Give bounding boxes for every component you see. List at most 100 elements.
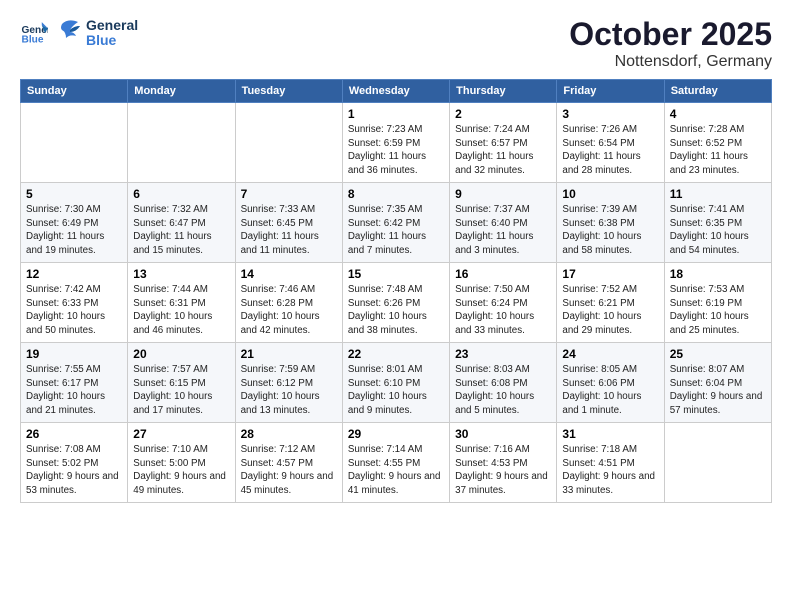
calendar-cell: 27 Sunrise: 7:10 AM Sunset: 5:00 PM Dayli… [128,423,235,503]
day-number: 14 [241,267,337,281]
header-friday: Friday [557,80,664,103]
calendar-week-row: 26Sunrise: 7:08 AM Sunset: 5:02 PM Dayli… [21,423,772,503]
day-number: 18 [670,267,766,281]
day-info: Sunrise: 8:03 AM Sunset: 6:08 PM Dayligh… [455,363,551,418]
header-monday: Monday [128,80,235,103]
day-info: Sunrise: 7:44 AM Sunset: 6:31 PM Dayligh… [133,283,229,338]
day-number: 20 [133,347,229,361]
logo-icon: General Blue [20,19,48,47]
day-number: 10 [562,187,658,201]
day-info: Sunrise: 7:55 AM Sunset: 6:17 PM Dayligh… [26,363,122,418]
page-header: General Blue General Blue [20,16,772,71]
day-number: 4 [670,107,766,121]
day-info: Sunrise: 8:07 AM Sunset: 6:04 PM Dayligh… [670,363,766,418]
calendar-cell: 24Sunrise: 8:05 AM Sunset: 6:06 PM Dayli… [557,343,664,423]
day-number: 25 [670,347,766,361]
day-info: Sunrise: 7:37 AM Sunset: 6:40 PM Dayligh… [455,203,551,258]
calendar-cell: 31 Sunrise: 7:18 AM Sunset: 4:51 PM Dayli… [557,423,664,503]
day-number: 12 [26,267,122,281]
day-number: 27 [133,427,229,441]
day-number: 3 [562,107,658,121]
calendar-cell: 11Sunrise: 7:41 AM Sunset: 6:35 PM Dayli… [664,183,771,263]
day-info: Sunrise: 7:32 AM Sunset: 6:47 PM Dayligh… [133,203,229,258]
calendar-cell: 3 Sunrise: 7:26 AM Sunset: 6:54 PM Daylig… [557,103,664,183]
calendar-cell: 7 Sunrise: 7:33 AM Sunset: 6:45 PM Daylig… [235,183,342,263]
logo-bird-icon [52,16,84,50]
calendar-cell: 23Sunrise: 8:03 AM Sunset: 6:08 PM Dayli… [450,343,557,423]
day-number: 6 [133,187,229,201]
day-number: 21 [241,347,337,361]
logo-text-line2: Blue [86,33,138,48]
svg-text:Blue: Blue [22,34,44,45]
day-number: 19 [26,347,122,361]
calendar-cell: 19 Sunrise: 7:55 AM Sunset: 6:17 PM Dayli… [21,343,128,423]
day-info: Sunrise: 7:16 AM Sunset: 4:53 PM Dayligh… [455,443,551,498]
day-number: 15 [348,267,444,281]
calendar-cell: 14 Sunrise: 7:46 AM Sunset: 6:28 PM Dayli… [235,263,342,343]
day-number: 1 [348,107,444,121]
calendar-cell [128,103,235,183]
logo: General Blue General Blue [20,16,138,50]
calendar-cell: 26Sunrise: 7:08 AM Sunset: 5:02 PM Dayli… [21,423,128,503]
day-info: Sunrise: 7:08 AM Sunset: 5:02 PM Dayligh… [26,443,122,498]
calendar-cell: 17Sunrise: 7:52 AM Sunset: 6:21 PM Dayli… [557,263,664,343]
calendar-week-row: 19 Sunrise: 7:55 AM Sunset: 6:17 PM Dayli… [21,343,772,423]
day-info: Sunrise: 7:33 AM Sunset: 6:45 PM Dayligh… [241,203,337,258]
calendar-cell: 22Sunrise: 8:01 AM Sunset: 6:10 PM Dayli… [342,343,449,423]
day-number: 28 [241,427,337,441]
day-info: Sunrise: 8:01 AM Sunset: 6:10 PM Dayligh… [348,363,444,418]
day-number: 2 [455,107,551,121]
calendar-table: SundayMondayTuesdayWednesdayThursdayFrid… [20,79,772,503]
day-info: Sunrise: 7:23 AM Sunset: 6:59 PM Dayligh… [348,123,444,178]
calendar-cell: 4 Sunrise: 7:28 AM Sunset: 6:52 PM Daylig… [664,103,771,183]
day-info: Sunrise: 7:50 AM Sunset: 6:24 PM Dayligh… [455,283,551,338]
calendar-cell: 6 Sunrise: 7:32 AM Sunset: 6:47 PM Daylig… [128,183,235,263]
day-info: Sunrise: 7:14 AM Sunset: 4:55 PM Dayligh… [348,443,444,498]
calendar-cell: 5Sunrise: 7:30 AM Sunset: 6:49 PM Daylig… [21,183,128,263]
day-info: Sunrise: 7:39 AM Sunset: 6:38 PM Dayligh… [562,203,658,258]
calendar-cell: 30 Sunrise: 7:16 AM Sunset: 4:53 PM Dayli… [450,423,557,503]
calendar-cell: 10 Sunrise: 7:39 AM Sunset: 6:38 PM Dayli… [557,183,664,263]
day-info: Sunrise: 7:12 AM Sunset: 4:57 PM Dayligh… [241,443,337,498]
day-number: 29 [348,427,444,441]
calendar-cell [235,103,342,183]
day-info: Sunrise: 7:10 AM Sunset: 5:00 PM Dayligh… [133,443,229,498]
header-sunday: Sunday [21,80,128,103]
day-info: Sunrise: 7:26 AM Sunset: 6:54 PM Dayligh… [562,123,658,178]
calendar-cell: 12Sunrise: 7:42 AM Sunset: 6:33 PM Dayli… [21,263,128,343]
calendar-cell: 13 Sunrise: 7:44 AM Sunset: 6:31 PM Dayli… [128,263,235,343]
calendar-cell: 9Sunrise: 7:37 AM Sunset: 6:40 PM Daylig… [450,183,557,263]
calendar-subtitle: Nottensdorf, Germany [569,53,772,71]
calendar-cell: 1 Sunrise: 7:23 AM Sunset: 6:59 PM Daylig… [342,103,449,183]
day-number: 31 [562,427,658,441]
day-number: 11 [670,187,766,201]
calendar-cell: 2 Sunrise: 7:24 AM Sunset: 6:57 PM Daylig… [450,103,557,183]
day-info: Sunrise: 7:46 AM Sunset: 6:28 PM Dayligh… [241,283,337,338]
day-number: 13 [133,267,229,281]
calendar-cell: 28 Sunrise: 7:12 AM Sunset: 4:57 PM Dayli… [235,423,342,503]
calendar-cell [21,103,128,183]
day-info: Sunrise: 7:28 AM Sunset: 6:52 PM Dayligh… [670,123,766,178]
day-info: Sunrise: 7:48 AM Sunset: 6:26 PM Dayligh… [348,283,444,338]
calendar-cell: 20 Sunrise: 7:57 AM Sunset: 6:15 PM Dayli… [128,343,235,423]
calendar-cell: 21Sunrise: 7:59 AM Sunset: 6:12 PM Dayli… [235,343,342,423]
day-number: 17 [562,267,658,281]
header-tuesday: Tuesday [235,80,342,103]
day-info: Sunrise: 7:53 AM Sunset: 6:19 PM Dayligh… [670,283,766,338]
day-number: 7 [241,187,337,201]
calendar-cell: 8Sunrise: 7:35 AM Sunset: 6:42 PM Daylig… [342,183,449,263]
calendar-cell: 29 Sunrise: 7:14 AM Sunset: 4:55 PM Dayli… [342,423,449,503]
day-info: Sunrise: 7:18 AM Sunset: 4:51 PM Dayligh… [562,443,658,498]
calendar-week-row: 5Sunrise: 7:30 AM Sunset: 6:49 PM Daylig… [21,183,772,263]
header-thursday: Thursday [450,80,557,103]
day-info: Sunrise: 7:24 AM Sunset: 6:57 PM Dayligh… [455,123,551,178]
day-number: 30 [455,427,551,441]
calendar-cell: 25 Sunrise: 8:07 AM Sunset: 6:04 PM Dayli… [664,343,771,423]
day-info: Sunrise: 8:05 AM Sunset: 6:06 PM Dayligh… [562,363,658,418]
day-info: Sunrise: 7:35 AM Sunset: 6:42 PM Dayligh… [348,203,444,258]
header-wednesday: Wednesday [342,80,449,103]
logo-text-line1: General [86,18,138,33]
calendar-cell: 16 Sunrise: 7:50 AM Sunset: 6:24 PM Dayli… [450,263,557,343]
day-number: 16 [455,267,551,281]
day-info: Sunrise: 7:57 AM Sunset: 6:15 PM Dayligh… [133,363,229,418]
